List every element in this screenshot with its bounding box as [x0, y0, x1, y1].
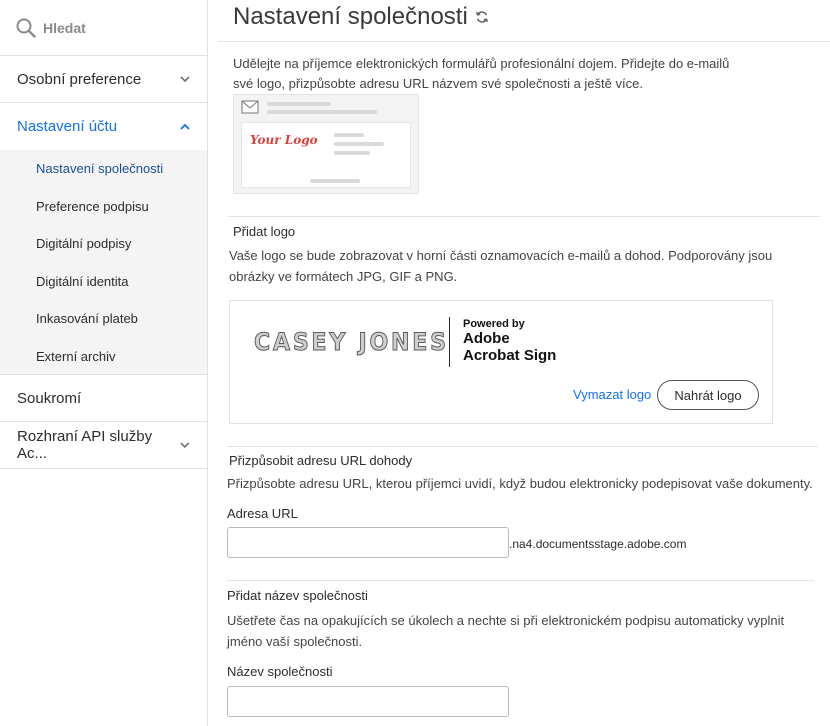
preview-line: [334, 133, 364, 137]
sidebar-item-label: Rozhraní API služby Ac...: [17, 428, 153, 462]
preview-logo-text: Your Logo: [250, 133, 318, 147]
preview-line: [334, 151, 370, 155]
sidebar-item-api[interactable]: Rozhraní API služby Ac...: [0, 422, 207, 469]
url-section-title: Přizpůsobit adresu URL dohody: [229, 453, 413, 468]
intro-text: Udělejte na příjemce elektronických form…: [233, 56, 730, 91]
main-content: Nastavení společnosti Udělejte na příjem…: [208, 0, 830, 726]
sidebar-item-privacy[interactable]: Soukromí: [0, 375, 207, 422]
company-name-section-description: Ušetřete čas na opakujících se úkolech a…: [227, 613, 785, 649]
upload-logo-button[interactable]: Nahrát logo: [657, 380, 759, 410]
section-divider: [227, 580, 814, 581]
envelope-icon: [241, 100, 259, 114]
subnav-item-signature-preferences[interactable]: Preference podpisu: [0, 188, 207, 226]
preview-card: [241, 122, 411, 188]
preview-line: [334, 142, 384, 146]
remove-logo-link[interactable]: Vymazat logo: [573, 387, 651, 402]
url-section-description: Přizpůsobte adresu URL, kterou příjemci …: [227, 476, 813, 491]
powered-by-label: Powered by: [463, 318, 525, 330]
url-field-label: Adresa URL: [227, 506, 298, 521]
subnav-item-company-settings[interactable]: Nastavení společnosti: [0, 150, 207, 188]
powered-by-adobe-acrobat-sign: Powered by Adobe Acrobat Sign: [449, 317, 556, 367]
company-name-section-title: Přidat název společnosti: [227, 588, 368, 603]
search-icon: [16, 18, 36, 38]
account-settings-subnav: Nastavení společnosti Preference podpisu…: [0, 150, 207, 375]
chevron-down-icon: [180, 76, 190, 83]
url-input[interactable]: [227, 527, 509, 558]
title-divider: [218, 41, 830, 42]
section-divider: [227, 446, 818, 447]
add-logo-title: Přidat logo: [233, 224, 296, 239]
refresh-icon[interactable]: [475, 10, 489, 24]
sidebar-item-label: Osobní preference: [17, 70, 142, 88]
sidebar-item-account-settings[interactable]: Nastavení účtu: [0, 103, 207, 150]
subnav-item-digital-signatures[interactable]: Digitální podpisy: [0, 225, 207, 263]
page-title-text: Nastavení společnosti: [233, 3, 468, 30]
logo-box: CASEY JONES Powered by Adobe Acrobat Sig…: [229, 300, 773, 424]
company-name-field-label: Název společnosti: [227, 664, 333, 679]
subnav-item-external-archive[interactable]: Externí archiv: [0, 338, 207, 376]
email-logo-preview: Your Logo: [233, 94, 419, 194]
sidebar-item-personal-preferences[interactable]: Osobní preference: [0, 56, 207, 103]
search-placeholder: Hledat: [43, 19, 86, 36]
chevron-up-icon: [180, 123, 190, 130]
preview-line: [310, 179, 360, 183]
preview-line: [267, 102, 331, 106]
sidebar-item-label: Soukromí: [17, 389, 82, 407]
subnav-item-payment-collection[interactable]: Inkasování plateb: [0, 300, 207, 338]
brand-line-2: Acrobat Sign: [463, 347, 557, 364]
search-box[interactable]: Hledat: [0, 0, 207, 56]
add-logo-description: Vaše logo se bude zobrazovat v horní čás…: [229, 248, 773, 284]
sidebar: Hledat Osobní preference Nastavení účtu …: [0, 0, 208, 726]
subnav-item-digital-identity[interactable]: Digitální identita: [0, 263, 207, 301]
page-title: Nastavení společnosti: [233, 3, 489, 31]
section-divider: [228, 216, 820, 217]
url-domain-suffix: .na4.documentsstage.adobe.com: [509, 537, 687, 551]
company-logo: CASEY JONES: [254, 328, 449, 357]
brand-line-1: Adobe: [463, 330, 510, 347]
sidebar-item-label: Nastavení účtu: [17, 118, 118, 135]
chevron-down-icon: [180, 442, 190, 449]
company-name-input[interactable]: [227, 686, 509, 717]
preview-line: [267, 110, 377, 114]
